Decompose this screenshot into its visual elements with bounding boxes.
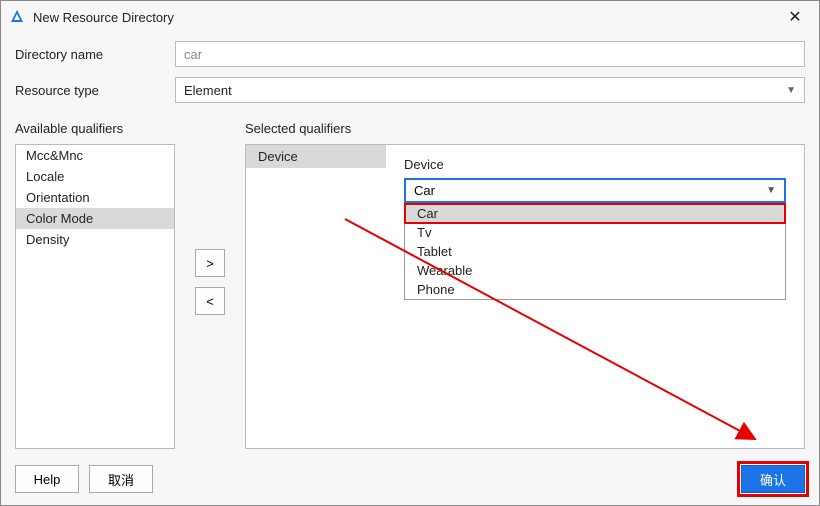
titlebar: New Resource Directory ✕ xyxy=(1,1,819,33)
selected-qualifiers-list[interactable]: Device xyxy=(246,145,386,448)
caret-down-icon: ▼ xyxy=(786,85,796,96)
close-icon[interactable]: ✕ xyxy=(779,7,811,27)
available-list[interactable]: Mcc&MncLocaleOrientationColor ModeDensit… xyxy=(15,144,175,449)
available-title: Available qualifiers xyxy=(15,121,175,136)
selected-column: Selected qualifiers Device Device Car ▼ … xyxy=(245,121,805,449)
directory-name-row: Directory name xyxy=(15,41,805,67)
ok-button[interactable]: 确认 xyxy=(741,465,805,493)
available-item[interactable]: Locale xyxy=(16,166,174,187)
resource-type-value: Element xyxy=(184,83,232,98)
app-logo-icon xyxy=(9,9,25,25)
device-select[interactable]: Car ▼ xyxy=(404,178,786,203)
device-option[interactable]: Wearable xyxy=(405,261,785,280)
selected-panel: Device Device Car ▼ CarTvTabletWearableP… xyxy=(245,144,805,449)
move-buttons-column: > < xyxy=(185,121,235,449)
cancel-button[interactable]: 取消 xyxy=(89,465,153,493)
device-label: Device xyxy=(404,157,786,172)
resource-type-row: Resource type Element ▼ xyxy=(15,77,805,103)
device-option[interactable]: Tablet xyxy=(405,242,785,261)
device-select-value: Car xyxy=(414,183,435,198)
device-option[interactable]: Car xyxy=(405,204,785,223)
available-item[interactable]: Density xyxy=(16,229,174,250)
available-item[interactable]: Mcc&Mnc xyxy=(16,145,174,166)
resource-type-select[interactable]: Element ▼ xyxy=(175,77,805,103)
available-column: Available qualifiers Mcc&MncLocaleOrient… xyxy=(15,121,175,449)
dialog-footer: Help 取消 确认 xyxy=(1,459,819,505)
available-item[interactable]: Orientation xyxy=(16,187,174,208)
resource-type-label: Resource type xyxy=(15,83,175,98)
help-button[interactable]: Help xyxy=(15,465,79,493)
add-qualifier-button[interactable]: > xyxy=(195,249,225,277)
directory-name-label: Directory name xyxy=(15,47,175,62)
qualifier-detail-pane: Device Car ▼ CarTvTabletWearablePhone xyxy=(386,145,804,448)
selected-title: Selected qualifiers xyxy=(245,121,805,136)
dialog-window: New Resource Directory ✕ Directory name … xyxy=(0,0,820,506)
device-dropdown-list[interactable]: CarTvTabletWearablePhone xyxy=(404,203,786,300)
qualifiers-area: Available qualifiers Mcc&MncLocaleOrient… xyxy=(15,121,805,449)
directory-name-input[interactable] xyxy=(175,41,805,67)
available-item[interactable]: Color Mode xyxy=(16,208,174,229)
caret-down-icon: ▼ xyxy=(766,185,776,196)
remove-qualifier-button[interactable]: < xyxy=(195,287,225,315)
dialog-body: Directory name Resource type Element ▼ A… xyxy=(1,33,819,459)
window-title: New Resource Directory xyxy=(33,10,174,25)
device-option[interactable]: Tv xyxy=(405,223,785,242)
device-option[interactable]: Phone xyxy=(405,280,785,299)
selected-item[interactable]: Device xyxy=(246,145,386,168)
